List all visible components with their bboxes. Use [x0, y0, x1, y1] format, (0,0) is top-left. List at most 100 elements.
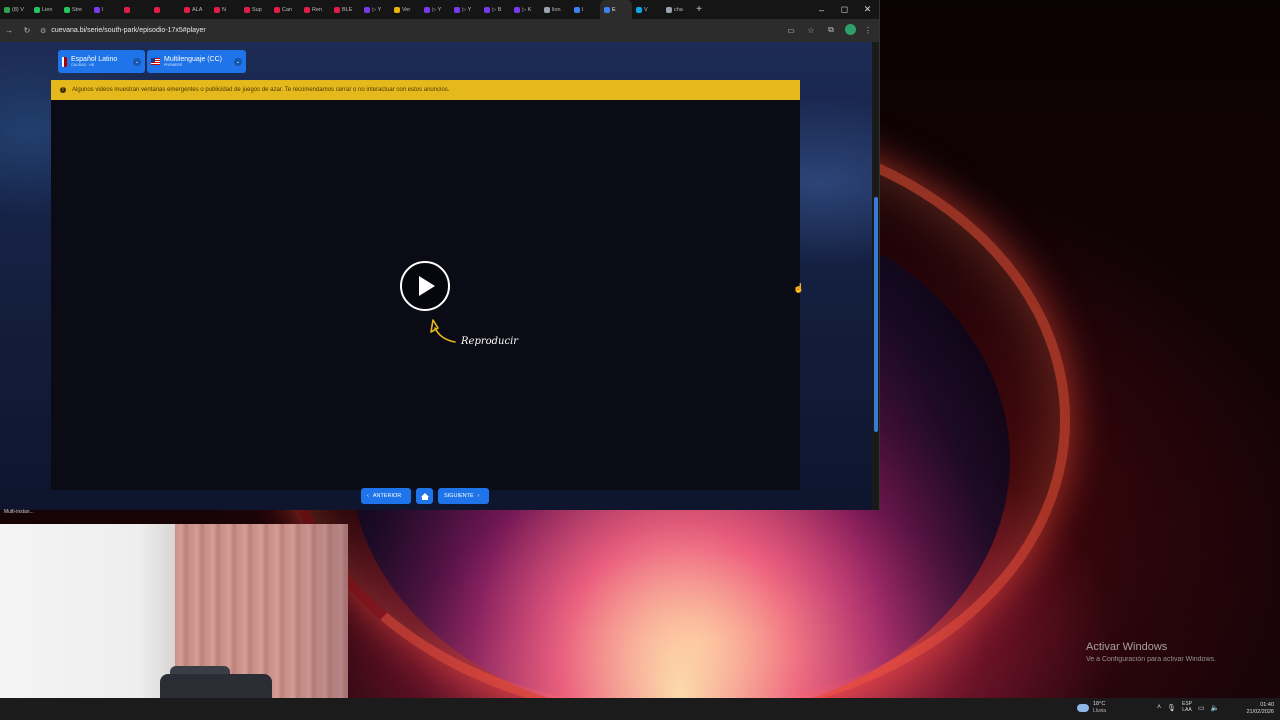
browser-tab[interactable]: [150, 0, 180, 19]
profile-avatar[interactable]: [845, 24, 856, 35]
chevron-left-icon: ‹: [367, 493, 369, 499]
microphone-icon[interactable]: 🎙: [1167, 704, 1176, 712]
audio-language-dropdown[interactable]: Español Latino CALIDAD · HD ⌄: [58, 50, 145, 73]
cast-icon[interactable]: ▭: [783, 22, 799, 38]
taskbar-clock[interactable]: 01:40 21/02/2026: [1246, 702, 1274, 716]
tab-label: ALA: [192, 6, 203, 13]
window-controls: – ◻ ✕: [810, 0, 879, 19]
tab-label: I: [582, 6, 584, 13]
bookmark-star-icon[interactable]: ☆: [803, 22, 819, 38]
browser-tab[interactable]: ▷ Y: [420, 0, 450, 19]
tab-favicon-icon: [154, 6, 160, 13]
tab-favicon-icon: [636, 6, 642, 13]
us-flag-icon: [151, 58, 160, 65]
rain-cloud-icon: [1077, 703, 1089, 712]
subtitle-language-dropdown[interactable]: Multilenguaje (CC) PREMIERE ⌄: [147, 50, 246, 73]
browser-tab[interactable]: E: [600, 0, 632, 19]
browser-tab[interactable]: ▷ Y: [450, 0, 480, 19]
tab-favicon-icon: [274, 6, 280, 13]
multi-instance-label: Multi-instan...: [4, 509, 34, 515]
tab-favicon-icon: [4, 6, 10, 13]
site-info-icon[interactable]: ⚙: [40, 27, 46, 35]
subtitle-language-label: Multilenguaje (CC): [164, 55, 222, 63]
minimize-button[interactable]: –: [810, 0, 833, 19]
browser-tab[interactable]: Lien: [30, 0, 60, 19]
tab-label: Lien: [42, 6, 53, 13]
maximize-button[interactable]: ◻: [833, 0, 856, 19]
tab-favicon-icon: [394, 6, 400, 13]
weather-temp: 18°C: [1093, 701, 1106, 707]
next-episode-button[interactable]: SIGUIENTE ›: [438, 488, 489, 504]
play-button[interactable]: [400, 261, 450, 311]
video-player[interactable]: Reproducir: [51, 100, 800, 490]
new-tab-button[interactable]: +: [692, 0, 706, 19]
browser-tab[interactable]: Stre: [60, 0, 90, 19]
reload-icon[interactable]: ↻: [18, 22, 36, 40]
tab-label: I: [102, 6, 104, 13]
weather-widget[interactable]: 18°C Lluvia: [1077, 701, 1107, 714]
browser-tab[interactable]: I: [90, 0, 120, 19]
browser-tab[interactable]: Ren: [300, 0, 330, 19]
tab-label: ▷ Y: [462, 6, 472, 13]
browser-tab[interactable]: ▷ B: [480, 0, 510, 19]
close-button[interactable]: ✕: [856, 0, 879, 19]
browser-tab[interactable]: Sup: [240, 0, 270, 19]
desktop: (8) V Lien Stre I ALA N Sup Can Ren BLE ▷ Y Ver ▷ Y ▷…: [0, 0, 1280, 720]
tab-favicon-icon: [244, 6, 250, 13]
browser-tab[interactable]: ▷ K: [510, 0, 540, 19]
language-indicator[interactable]: ESP LAA: [1182, 701, 1192, 713]
browser-tab[interactable]: I: [570, 0, 600, 19]
forward-icon[interactable]: →: [0, 22, 18, 40]
chevron-up-icon[interactable]: ˄: [1157, 704, 1161, 711]
tab-favicon-icon: [64, 6, 70, 13]
menu-icon[interactable]: ⋮: [860, 22, 876, 38]
browser-tab[interactable]: N: [210, 0, 240, 19]
browser-tab[interactable]: Ver: [390, 0, 420, 19]
tab-label: Ver: [402, 6, 411, 13]
play-hint-label: Reproducir: [461, 336, 519, 347]
browser-tab[interactable]: BLE: [330, 0, 360, 19]
tab-label: (8) V: [12, 6, 24, 13]
audio-quality-label: CALIDAD · HD: [71, 62, 95, 67]
home-icon: [420, 492, 429, 500]
browser-tab[interactable]: cha: [662, 0, 692, 19]
tab-favicon-icon: [514, 6, 520, 13]
tab-favicon-icon: [94, 6, 100, 13]
tab-label: cha: [674, 6, 683, 13]
weather-desc: Lluvia: [1093, 707, 1107, 714]
browser-tab[interactable]: (8) V: [0, 0, 30, 19]
network-icon[interactable]: ▭: [1198, 704, 1205, 712]
volume-icon[interactable]: 🔈: [1211, 704, 1220, 712]
tab-label: ▷ Y: [432, 6, 442, 13]
warning-icon: !: [60, 87, 66, 93]
tab-label: Stre: [72, 6, 83, 13]
previous-label: ANTERIOR: [372, 493, 402, 499]
browser-tab[interactable]: lion: [540, 0, 570, 19]
browser-tab[interactable]: ALA: [180, 0, 210, 19]
browser-tab[interactable]: V: [632, 0, 662, 19]
watermark-subtitle: Ve a Configuración para activar Windows.: [1086, 656, 1216, 663]
browser-tab[interactable]: Can: [270, 0, 300, 19]
browser-tab[interactable]: ▷ Y: [360, 0, 390, 19]
browser-toolbar: → ↻ ⚙ cuevana.bi/serie/south-park/episod…: [0, 19, 879, 42]
tab-favicon-icon: [666, 6, 672, 13]
address-bar[interactable]: ⚙ cuevana.bi/serie/south-park/episodio-1…: [40, 22, 760, 39]
tab-label: Sup: [252, 6, 262, 13]
tab-label: E: [612, 6, 616, 13]
url-text: cuevana.bi/serie/south-park/episodio-17x…: [51, 27, 206, 34]
tab-label: BLE: [342, 6, 353, 13]
tab-favicon-icon: [124, 6, 130, 13]
ad-warning-banner: ! Algunos videos muestran ventanas emerg…: [51, 80, 800, 100]
tab-label: ▷ Y: [372, 6, 382, 13]
play-icon: [419, 276, 435, 296]
extensions-icon[interactable]: ⧉: [823, 22, 839, 38]
scrollbar-thumb[interactable]: [874, 197, 878, 432]
audio-language-label: Español Latino: [71, 55, 118, 63]
previous-episode-button[interactable]: ‹ ANTERIOR: [361, 488, 411, 504]
home-button[interactable]: [416, 488, 433, 504]
clock-date: 21/02/2026: [1246, 709, 1274, 716]
tab-label: Ren: [312, 6, 323, 13]
page-scrollbar[interactable]: [872, 42, 879, 510]
tab-favicon-icon: [454, 6, 460, 13]
browser-tab[interactable]: [120, 0, 150, 19]
